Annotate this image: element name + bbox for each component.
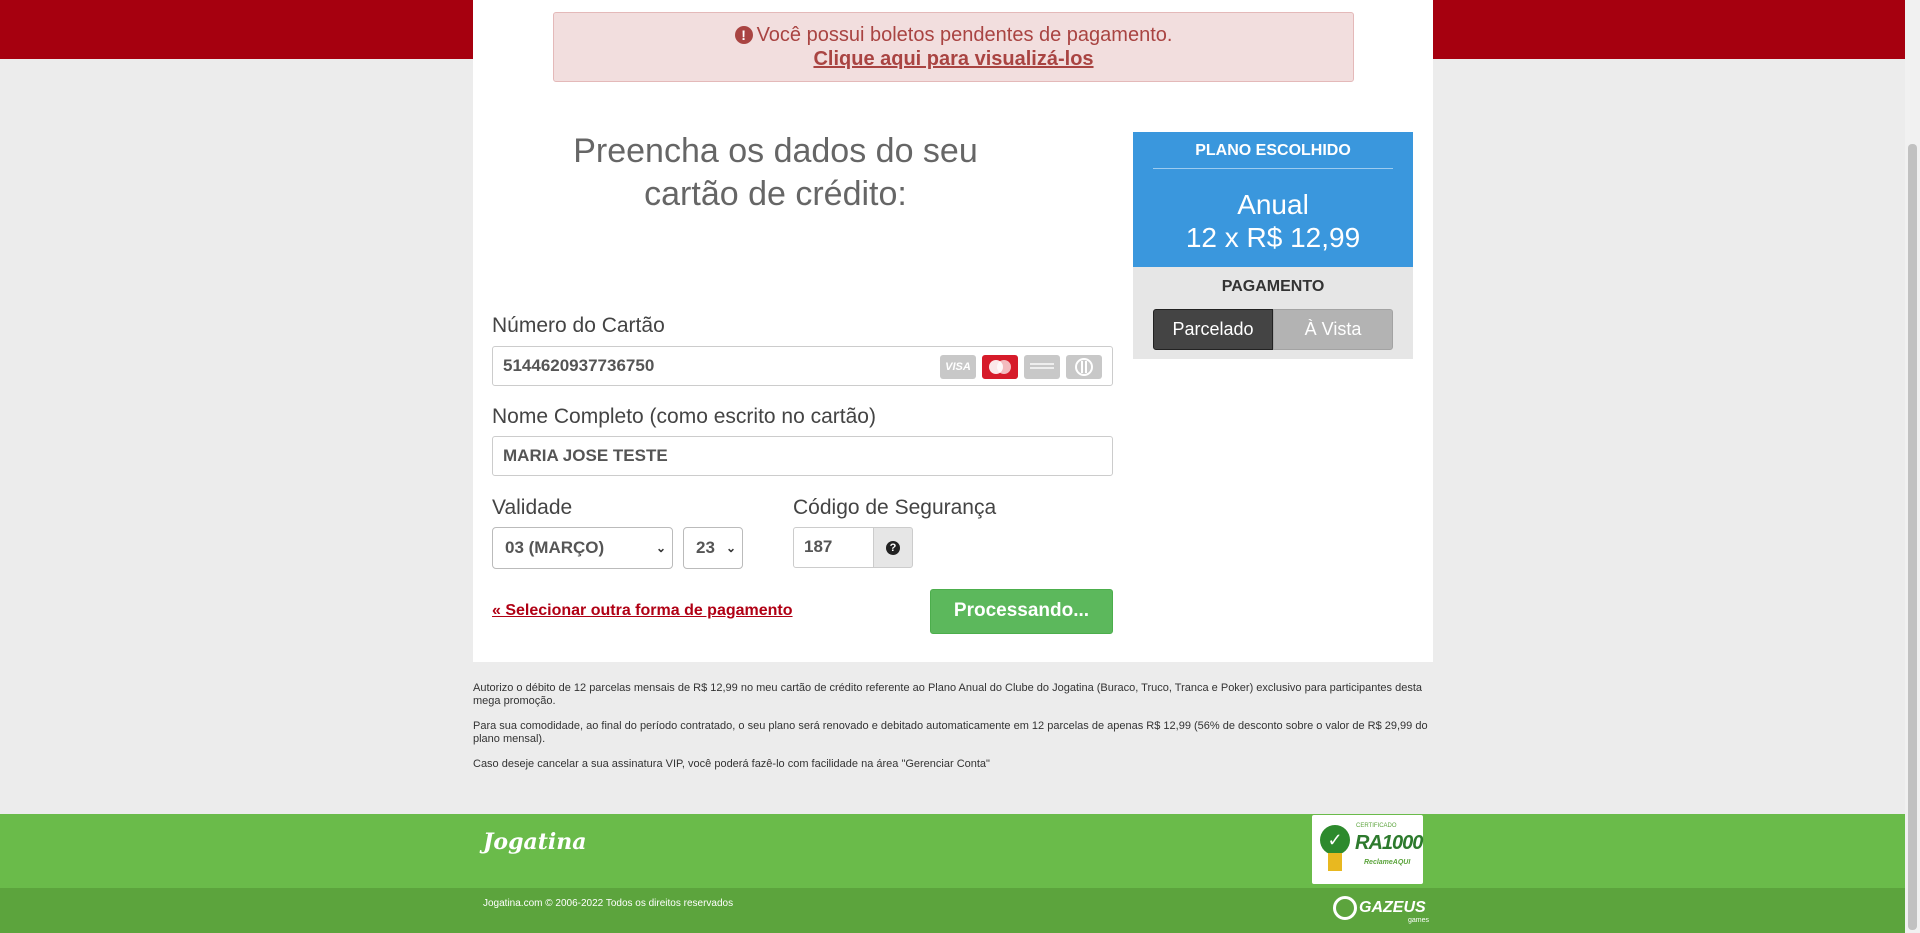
plan-name: Anual	[1237, 189, 1309, 220]
chevron-down-icon: ⌄	[655, 541, 666, 555]
jogatina-logo[interactable]: Jogatina	[483, 829, 587, 855]
payment-type-toggle: Parcelado À Vista	[1153, 309, 1393, 350]
view-bills-link[interactable]: Clique aqui para visualizá-los	[554, 47, 1353, 71]
footer-top	[0, 814, 1905, 888]
plan-price: 12 x R$ 12,99	[1185, 222, 1361, 253]
full-name-input[interactable]: MARIA JOSE TESTE	[492, 436, 1113, 476]
expiry-month-value: 03 (MARÇO)	[505, 538, 605, 557]
installments-option[interactable]: Parcelado	[1153, 309, 1273, 350]
question-circle-icon: ?	[886, 540, 900, 555]
cash-option[interactable]: À Vista	[1273, 309, 1393, 350]
page-title-line1: Preencha os dados do seu	[573, 132, 978, 170]
mastercard-icon	[982, 355, 1018, 379]
expiry-month-select[interactable]: 03 (MARÇO) ⌄	[492, 527, 673, 569]
legal-paragraph-1: Autorizo o débito de 12 parcelas mensais…	[473, 682, 1423, 707]
footer-bottom	[0, 888, 1905, 933]
ra1000-badge[interactable]: ✓ CERTIFICADO RA1000 ReclameAQUI	[1312, 815, 1423, 884]
expiry-year-value: 23	[696, 538, 715, 557]
security-code-input[interactable]: 187	[793, 527, 874, 568]
processing-button[interactable]: Processando...	[930, 589, 1113, 634]
security-code-value: 187	[804, 537, 833, 556]
badge-ra-text: RA1000	[1355, 832, 1423, 854]
page-scrollbar[interactable]	[1905, 0, 1920, 933]
scrollbar-thumb[interactable]	[1908, 144, 1917, 930]
payment-title: PAGAMENTO	[1221, 278, 1325, 295]
plan-title: PLANO ESCOLHIDO	[1153, 132, 1393, 169]
expiry-year-select[interactable]: 23 ⌄	[683, 527, 743, 569]
card-number-label: Número do Cartão	[492, 314, 665, 337]
badge-reclame-text: ReclameAQUI	[1364, 859, 1411, 866]
ribbon-icon	[1328, 853, 1342, 871]
security-code-help-button[interactable]: ?	[873, 527, 913, 568]
gazeus-subtitle: games	[1408, 917, 1430, 924]
badge-cert-text: CERTIFICADO	[1356, 823, 1397, 829]
chosen-plan-box: PLANO ESCOLHIDO Anual 12 x R$ 12,99 PAGA…	[1133, 132, 1413, 359]
chevron-down-icon: ⌄	[725, 541, 736, 555]
alert-message: Você possui boletos pendentes de pagamen…	[756, 24, 1173, 46]
validity-label: Validade	[492, 496, 573, 519]
select-other-payment-link[interactable]: « Selecionar outra forma de pagamento	[492, 602, 793, 620]
exclamation-circle-icon: !	[734, 26, 753, 44]
page-title: Preencha os dados do seu cartão de crédi…	[533, 130, 1018, 216]
legal-paragraph-2: Para sua comodidade, ao final do período…	[473, 720, 1428, 745]
gazeus-g-icon	[1333, 896, 1357, 920]
copyright-text: Jogatina.com © 2006-2022 Todos os direit…	[483, 898, 734, 909]
checkout-panel: ! Você possui boletos pendentes de pagame…	[473, 0, 1433, 662]
security-code-label: Código de Segurança	[793, 496, 997, 519]
card-brand-icons: VISA	[940, 355, 1102, 379]
card-number-value: 5144620937736750	[503, 356, 655, 375]
legal-terms: Autorizo o débito de 12 parcelas mensais…	[473, 682, 1433, 783]
card-number-input[interactable]: 5144620937736750 VISA	[492, 346, 1113, 386]
visa-icon: VISA	[940, 355, 976, 379]
amex-icon	[1024, 355, 1060, 379]
diners-icon	[1066, 355, 1102, 379]
pending-bills-alert: ! Você possui boletos pendentes de pagame…	[553, 12, 1354, 82]
legal-paragraph-3: Caso deseje cancelar a sua assinatura VI…	[473, 758, 990, 770]
full-name-label: Nome Completo (como escrito no cartão)	[492, 405, 876, 428]
check-seal-icon: ✓	[1320, 825, 1350, 855]
plan-summary: PLANO ESCOLHIDO Anual 12 x R$ 12,99	[1133, 132, 1413, 267]
page-title-line2: cartão de crédito:	[644, 175, 907, 213]
full-name-value: MARIA JOSE TESTE	[503, 446, 668, 465]
gazeus-name: GAZEUS	[1359, 899, 1426, 917]
